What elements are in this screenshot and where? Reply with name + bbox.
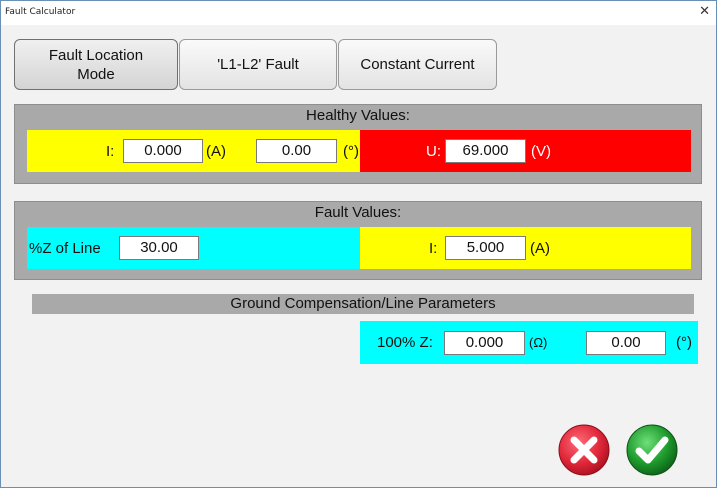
healthy-values-header: Healthy Values: — [306, 107, 410, 124]
fault-z-section: %Z of Line 30.00 — [27, 227, 360, 269]
fault-z-label: %Z of Line — [29, 239, 101, 257]
healthy-angle-unit: (°) — [343, 142, 359, 160]
fault-values-panel: Fault Values: %Z of Line 30.00 I: 5.000 … — [14, 201, 702, 280]
ground-compensation-header: Ground Compensation/Line Parameters — [32, 294, 694, 314]
healthy-voltage-unit: (V) — [531, 142, 551, 160]
fault-calculator-window: Fault Calculator ✕ Fault Location Mode '… — [0, 0, 717, 488]
ground-z-input[interactable]: 0.000 — [444, 330, 525, 355]
fault-current-unit: (A) — [530, 239, 550, 257]
healthy-current-input[interactable]: 0.000 — [123, 139, 203, 163]
healthy-current-unit: (A) — [206, 142, 226, 160]
healthy-voltage-section: U: 69.000 (V) — [360, 130, 691, 172]
ground-z-label: 100% Z: — [377, 334, 433, 351]
healthy-voltage-input[interactable]: 69.000 — [445, 139, 526, 163]
ground-angle-input[interactable]: 0.00 — [586, 330, 666, 355]
dialog-content: Fault Location Mode 'L1-L2' Fault Consta… — [1, 25, 716, 487]
healthy-voltage-label: U: — [426, 142, 441, 160]
window-title: Fault Calculator — [5, 7, 76, 17]
healthy-current-section: I: 0.000 (A) 0.00 (°) — [27, 130, 360, 172]
tab-fault-location-mode[interactable]: Fault Location Mode — [14, 39, 178, 90]
tab-fault-location-mode-label: Fault Location Mode — [48, 46, 144, 83]
ground-angle-unit: (°) — [676, 334, 692, 351]
cancel-icon — [558, 424, 610, 476]
cancel-button[interactable] — [558, 424, 610, 476]
healthy-values-panel: Healthy Values: I: 0.000 (A) 0.00 (°) U:… — [14, 104, 702, 184]
title-bar: Fault Calculator ✕ — [1, 1, 716, 25]
ok-button[interactable] — [626, 424, 678, 476]
fault-values-header: Fault Values: — [314, 204, 402, 221]
fault-current-label: I: — [429, 239, 438, 257]
healthy-angle-input[interactable]: 0.00 — [256, 139, 337, 163]
ground-z-section: 100% Z: 0.000 (Ω) 0.00 (°) — [360, 321, 698, 364]
healthy-current-label: I: — [106, 142, 115, 160]
ground-z-unit: (Ω) — [529, 335, 548, 350]
fault-current-section: I: 5.000 (A) — [360, 227, 691, 269]
checkmark-icon — [626, 424, 678, 476]
fault-current-input[interactable]: 5.000 — [445, 236, 526, 260]
close-icon[interactable]: ✕ — [699, 4, 710, 19]
tab-constant-current-label: Constant Current — [360, 56, 475, 73]
tab-l1-l2-fault[interactable]: 'L1-L2' Fault — [179, 39, 337, 90]
fault-z-input[interactable]: 30.00 — [119, 236, 199, 260]
tab-constant-current[interactable]: Constant Current — [338, 39, 497, 90]
tab-l1-l2-fault-label: 'L1-L2' Fault — [217, 56, 299, 73]
